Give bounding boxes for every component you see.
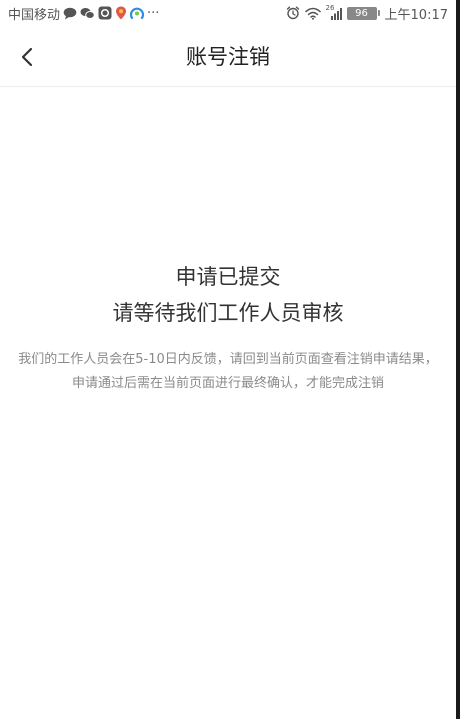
chat-bubble-icon — [63, 7, 77, 20]
network-badge: 26 — [325, 3, 335, 12]
overflow-indicator: ··· — [147, 5, 160, 21]
nav-bar: 账号注销 — [0, 28, 456, 87]
wechat-icon — [80, 7, 95, 20]
status-time: 上午10:17 — [384, 7, 448, 23]
battery-icon: 96 — [346, 6, 380, 20]
page-title: 账号注销 — [186, 45, 270, 69]
carrier-name: 中国移动 — [8, 7, 61, 23]
app-icon — [98, 6, 112, 20]
battery-tip — [377, 10, 380, 16]
wifi-icon — [304, 7, 321, 20]
status-bar: 中国移动 ··· 26 96 上午10:17 — [0, 0, 456, 26]
submission-status: 申请已提交 请等待我们工作人员审核 我们的工作人员会在5-10日内反馈，请回到当… — [0, 262, 456, 396]
signal-icon: 26 — [325, 3, 342, 20]
status-headline: 申请已提交 — [175, 265, 281, 289]
browser-icon — [130, 6, 145, 20]
location-pin-icon — [115, 6, 127, 21]
screen-edge — [456, 0, 460, 719]
back-button[interactable] — [10, 40, 44, 74]
chevron-left-icon — [21, 47, 33, 67]
alarm-icon — [286, 6, 300, 20]
status-subheadline: 请等待我们工作人员审核 — [112, 301, 344, 325]
status-bar-left: 中国移动 ··· — [0, 4, 159, 23]
battery-level: 96 — [346, 6, 377, 20]
status-bar-right: 26 96 上午10:17 — [286, 4, 456, 23]
status-description: 我们的工作人员会在5-10日内反馈，请回到当前页面查看注销申请结果，申请通过后需… — [18, 352, 438, 391]
